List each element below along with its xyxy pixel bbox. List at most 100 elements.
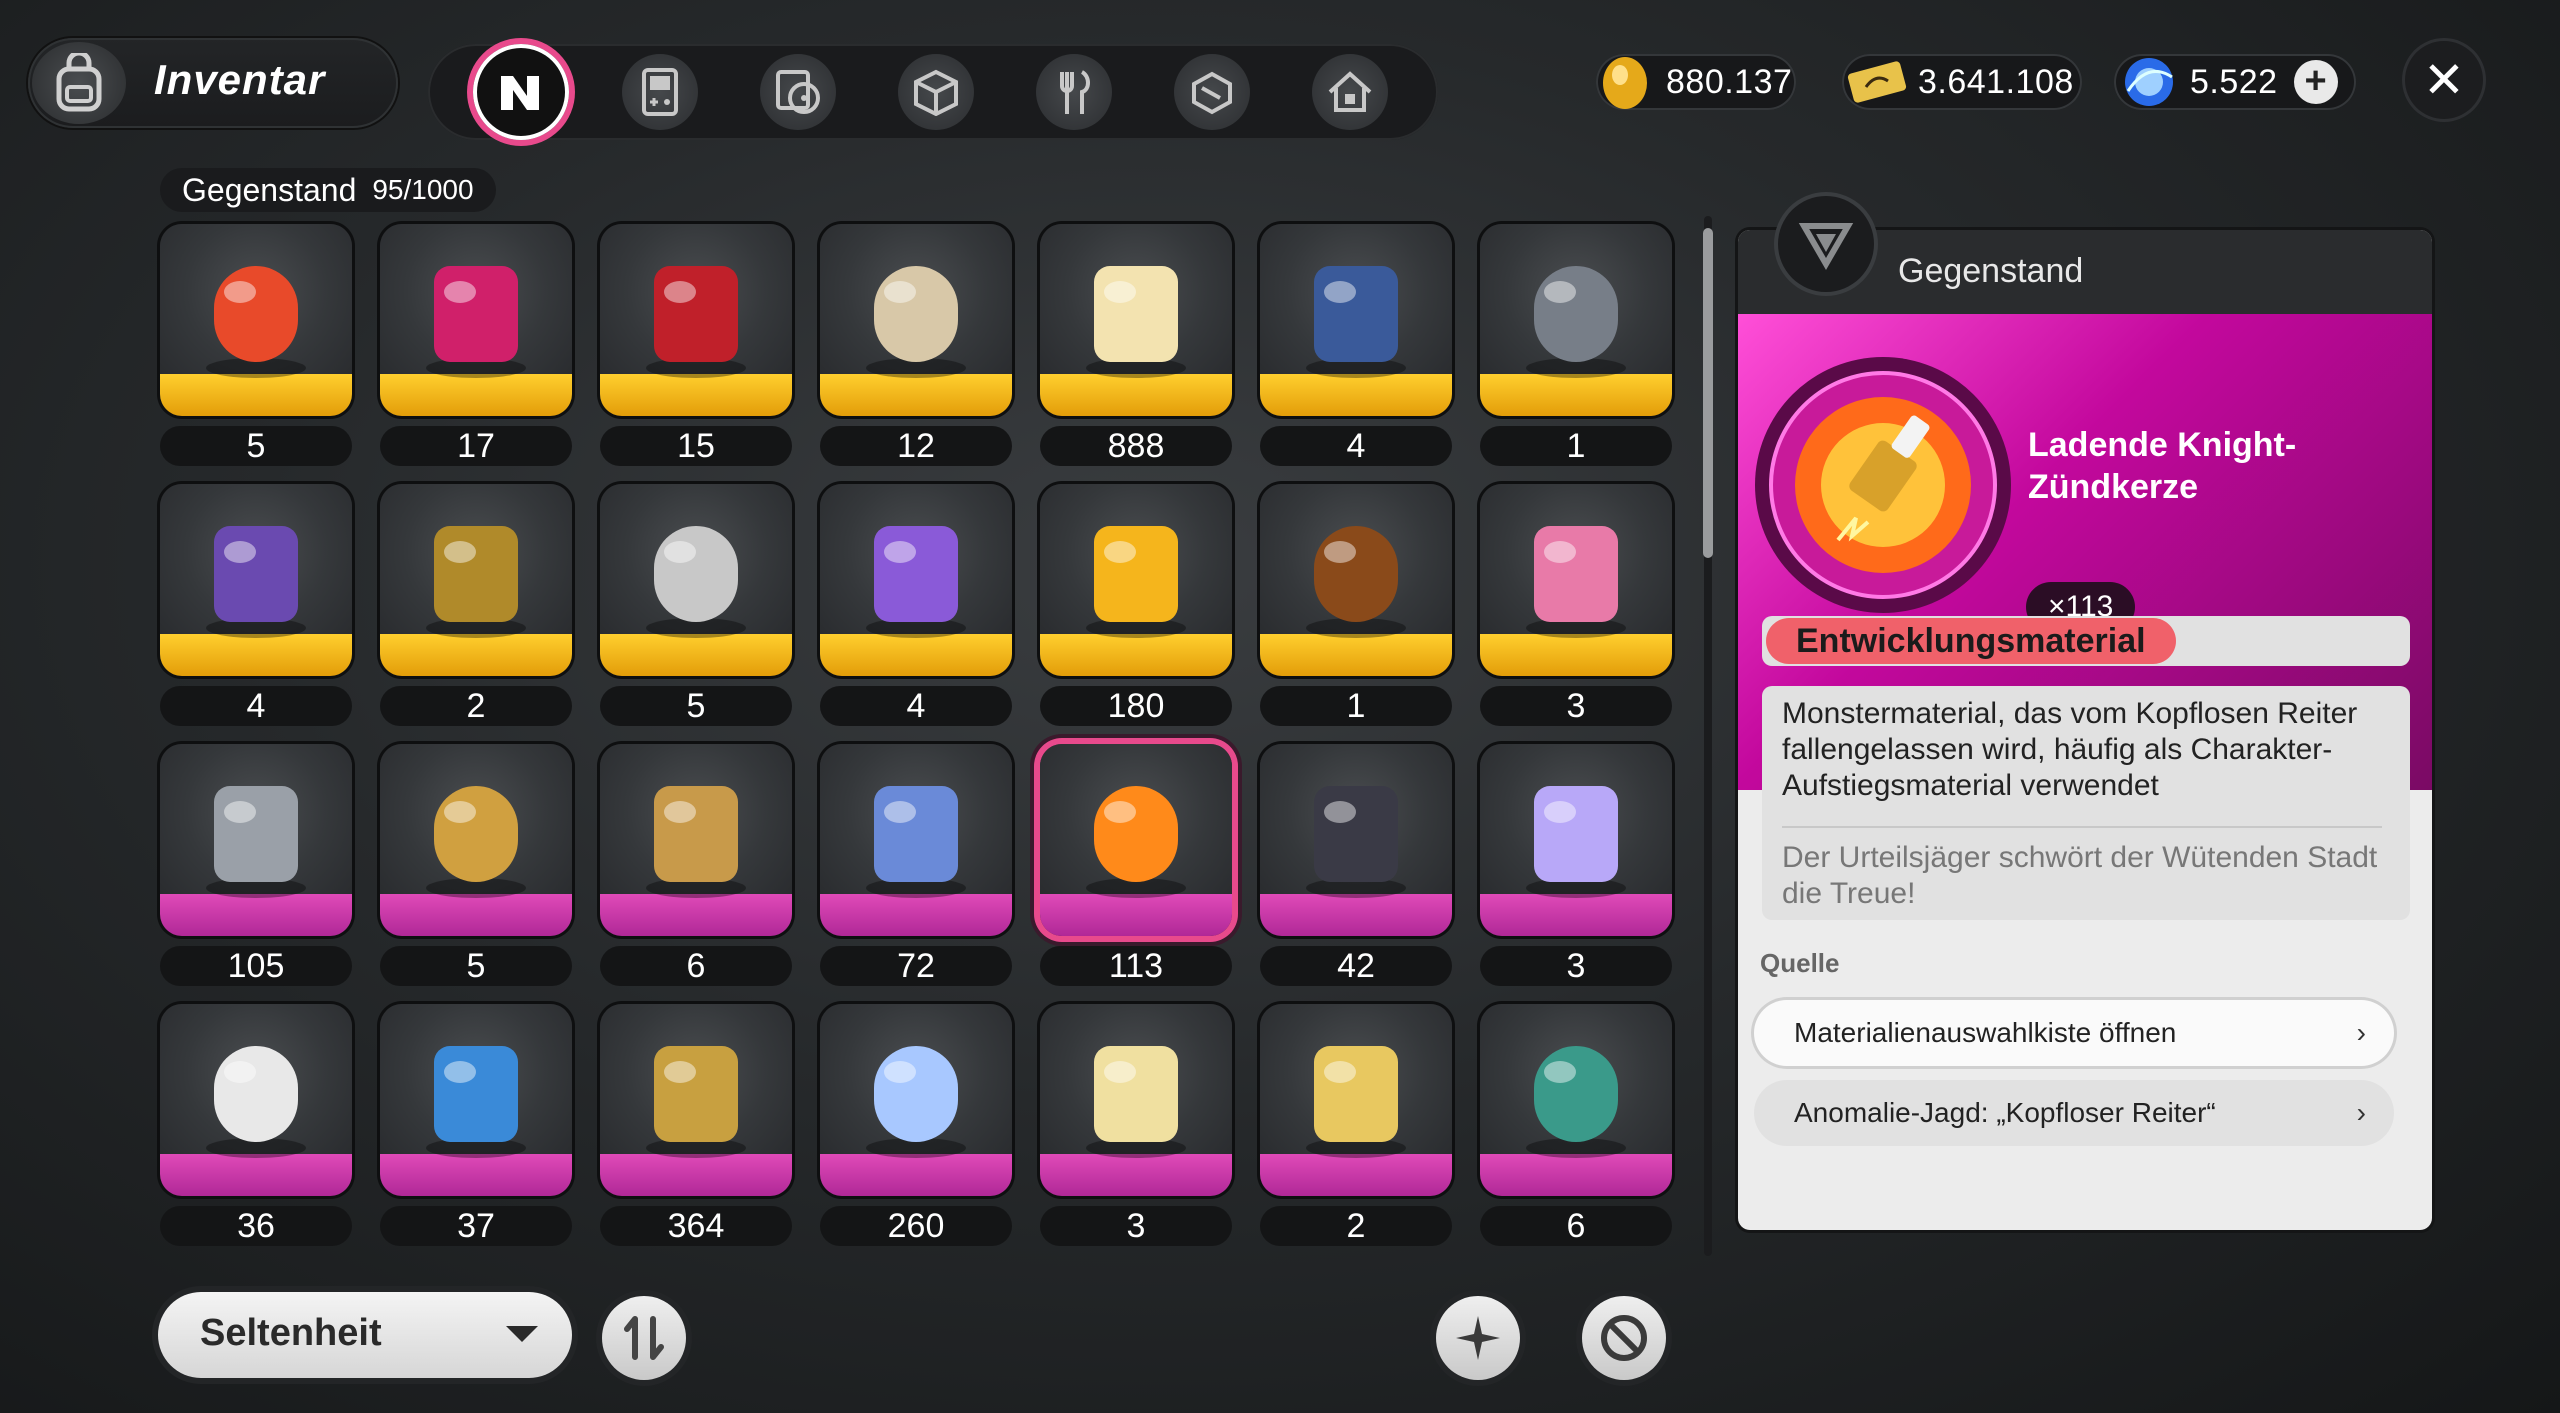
chevron-down-icon <box>506 1326 538 1342</box>
rose-card-icon <box>1086 1046 1186 1158</box>
crystal-cluster-icon <box>866 1046 966 1158</box>
item-card <box>820 1004 1012 1196</box>
source-item-selection-box[interactable]: Materialienauswahlkiste öffnen › <box>1754 1000 2394 1066</box>
red-cloak-icon <box>646 266 746 378</box>
item-count: 3 <box>1480 946 1672 986</box>
blue-orb-icon <box>2125 58 2173 106</box>
candy-bag-icon <box>1526 526 1626 638</box>
category-tabs <box>428 44 1438 140</box>
gold-egg-icon <box>1603 57 1647 109</box>
wax-seal-icon <box>426 266 526 378</box>
cube-icon <box>914 69 958 116</box>
item-count: 105 <box>160 946 352 986</box>
guitar-pick-icon <box>1526 786 1626 898</box>
item-card <box>1040 744 1232 936</box>
no-sign-icon <box>1601 1315 1647 1361</box>
gear-cassette-icon <box>646 1046 746 1158</box>
item-card <box>820 224 1012 416</box>
item-card <box>1480 1004 1672 1196</box>
item-count: 72 <box>820 946 1012 986</box>
item-count: 37 <box>380 1206 572 1246</box>
page-title: Inventar <box>154 56 326 103</box>
sort-rarity-dropdown[interactable]: Seltenheit <box>158 1292 572 1378</box>
item-card <box>600 224 792 416</box>
backpack-icon <box>32 42 126 124</box>
item-count: 1 <box>1480 426 1672 466</box>
all-items-icon <box>501 76 539 110</box>
item-count: 1 <box>1260 686 1452 726</box>
sort-order-icon <box>624 1316 664 1360</box>
grid-scrollbar-thumb[interactable] <box>1703 228 1713 558</box>
tab-all-items[interactable] <box>473 44 569 140</box>
item-card <box>820 484 1012 676</box>
surfboard-icon <box>866 526 966 638</box>
chevron-right-icon: › <box>2356 1097 2366 1128</box>
source-label: Quelle <box>1760 948 1840 978</box>
tab-box[interactable] <box>1174 54 1250 130</box>
item-count: 3 <box>1040 1206 1232 1246</box>
melting-clock-icon <box>866 266 966 378</box>
sort-order-button[interactable] <box>602 1296 686 1380</box>
item-count: 260 <box>820 1206 1012 1246</box>
item-count: 36 <box>160 1206 352 1246</box>
item-count: 4 <box>1260 426 1452 466</box>
tab-food[interactable] <box>1036 54 1112 130</box>
item-count: 2 <box>1260 1206 1452 1246</box>
item-card <box>1040 1004 1232 1196</box>
item-count: 5 <box>600 686 792 726</box>
sword-icon <box>206 526 306 638</box>
item-card <box>160 484 352 676</box>
item-name: Ladende Knight-Zündkerze <box>2028 426 2297 506</box>
source-anomaly-hunt[interactable]: Anomalie-Jagd: „Kopfloser Reiter“ › <box>1754 1080 2394 1146</box>
item-detail-panel: Gegenstand Ladende Knight-Zündkerze ×113… <box>1738 230 2432 1230</box>
item-count: 113 <box>1040 946 1232 986</box>
item-card <box>1480 484 1672 676</box>
tin-box-icon <box>1526 1046 1626 1158</box>
item-count: 6 <box>1480 1206 1672 1246</box>
add-currency-button[interactable]: + <box>2293 60 2338 104</box>
spark-plug-icon <box>1086 786 1186 898</box>
item-flavor-text: Der Urteilsjäger schwört der Wütenden St… <box>1782 841 2378 910</box>
belt-icon <box>426 526 526 638</box>
tab-cube[interactable] <box>898 54 974 130</box>
home-icon <box>1328 71 1372 112</box>
dark-envelope-icon <box>1306 786 1406 898</box>
add-filter-button[interactable] <box>1436 1296 1520 1380</box>
red-orb-icon <box>206 266 306 378</box>
item-card <box>600 744 792 936</box>
source-label-2: Anomalie-Jagd: „Kopfloser Reiter“ <box>1794 1097 2216 1128</box>
item-count: 17 <box>380 426 572 466</box>
tab-gameboy[interactable] <box>622 54 698 130</box>
disc-icon <box>776 70 820 114</box>
close-button[interactable]: ✕ <box>2402 38 2486 122</box>
item-card <box>380 484 572 676</box>
item-card <box>1260 1004 1452 1196</box>
grid-capacity: 95/1000 <box>372 174 474 205</box>
currency-polychrome-value: 5.522 <box>2190 62 2278 101</box>
item-card <box>380 744 572 936</box>
item-card <box>1260 484 1452 676</box>
tab-disc[interactable] <box>760 54 836 130</box>
sort-label: Seltenheit <box>200 1312 382 1354</box>
tablet-cards-icon <box>206 786 306 898</box>
item-card <box>160 224 352 416</box>
item-card <box>1480 744 1672 936</box>
item-count: 364 <box>600 1206 792 1246</box>
item-count: 4 <box>820 686 1012 726</box>
panel-header-title: Gegenstand <box>1898 252 2084 290</box>
ticket-icon <box>1847 61 1907 103</box>
grid-label: Gegenstand <box>182 171 357 208</box>
discard-button[interactable] <box>1582 1296 1666 1380</box>
item-type-tag: Entwicklungsmaterial <box>1766 618 2176 664</box>
spark-plug-icon <box>1755 357 2011 613</box>
item-count: 42 <box>1260 946 1452 986</box>
item-grid: 5 17 15 12 888 4 1 4 2 5 4 180 1 3 105 5 6 72 113 42 3 36 37 36… <box>158 224 1678 1254</box>
item-card <box>1040 484 1232 676</box>
category-badge-icon <box>1778 196 1874 292</box>
item-count: 888 <box>1040 426 1232 466</box>
item-card <box>600 484 792 676</box>
tab-home[interactable] <box>1312 54 1388 130</box>
item-card <box>380 1004 572 1196</box>
source-label-1: Materialienauswahlkiste öffnen <box>1794 1017 2177 1048</box>
item-card <box>820 744 1012 936</box>
